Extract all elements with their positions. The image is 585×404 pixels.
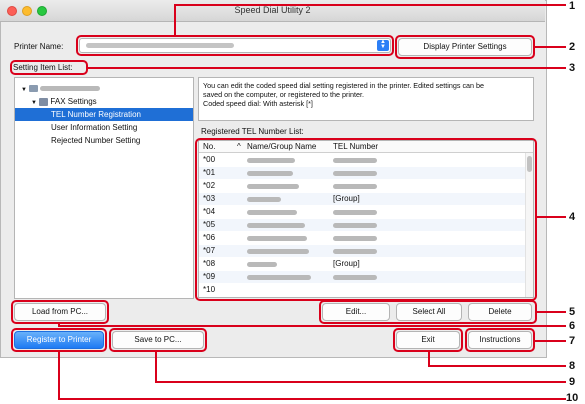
description-box: You can edit the coded speed dial settin… bbox=[198, 77, 534, 121]
callout-number-9: 9 bbox=[569, 376, 576, 388]
callout-number-4: 4 bbox=[569, 211, 576, 223]
callout-box-10 bbox=[11, 328, 107, 352]
tree-item-label: Rejected Number Setting bbox=[51, 136, 141, 145]
tel-list-label: Registered TEL Number List: bbox=[201, 127, 304, 136]
callout-line-2 bbox=[535, 46, 566, 48]
window-title: Speed Dial Utility 2 bbox=[234, 5, 311, 15]
callout-line-8 bbox=[428, 352, 430, 366]
callout-line-4 bbox=[537, 216, 566, 218]
printer-name-label: Printer Name: bbox=[14, 42, 64, 51]
callout-number-10: 10 bbox=[566, 392, 579, 404]
callout-line-9 bbox=[155, 381, 566, 383]
callout-line-1 bbox=[174, 4, 566, 6]
tree-item-label: TEL Number Registration bbox=[51, 110, 141, 119]
callout-line-9 bbox=[155, 352, 157, 382]
tree-fax-settings-label: FAX Settings bbox=[50, 97, 97, 106]
tree-item-user-information-setting[interactable]: User Information Setting bbox=[15, 121, 193, 134]
callout-number-5: 5 bbox=[569, 306, 576, 318]
callout-line-6 bbox=[58, 325, 566, 327]
tree-item-rejected-number-setting[interactable]: Rejected Number Setting bbox=[15, 134, 193, 147]
tree-item-tel-number-registration[interactable]: TEL Number Registration bbox=[15, 108, 193, 121]
callout-number-1: 1 bbox=[569, 0, 576, 12]
callout-line-1 bbox=[174, 4, 176, 37]
callout-line-5 bbox=[537, 311, 566, 313]
callout-box-7 bbox=[465, 328, 535, 352]
tree-item-label: User Information Setting bbox=[51, 123, 138, 132]
callout-box-8 bbox=[393, 328, 463, 352]
description-line: You can edit the coded speed dial settin… bbox=[203, 81, 485, 90]
callout-box-2 bbox=[395, 35, 535, 59]
callout-line-8 bbox=[428, 365, 566, 367]
callout-number-3: 3 bbox=[569, 62, 576, 74]
tree-printer-node[interactable]: ▼ bbox=[15, 82, 193, 95]
callout-box-5 bbox=[319, 300, 537, 324]
description-line: Coded speed dial: With asterisk [*] bbox=[203, 99, 313, 108]
callout-line-3 bbox=[88, 67, 566, 69]
callout-box-3 bbox=[10, 60, 88, 75]
disclosure-triangle-icon: ▼ bbox=[31, 100, 37, 106]
callout-number-8: 8 bbox=[569, 360, 576, 372]
tree-printer-name bbox=[40, 86, 101, 92]
callout-box-9 bbox=[109, 328, 207, 352]
callout-box-6 bbox=[11, 300, 109, 324]
callout-number-7: 7 bbox=[569, 335, 576, 347]
callout-box-4 bbox=[195, 138, 537, 301]
disclosure-triangle-icon: ▼ bbox=[21, 87, 27, 93]
callout-number-6: 6 bbox=[569, 320, 576, 332]
fax-icon bbox=[39, 97, 49, 106]
callout-number-2: 2 bbox=[569, 41, 576, 53]
tree-fax-settings[interactable]: ▼ FAX Settings bbox=[15, 95, 193, 108]
callout-line-10 bbox=[58, 352, 60, 399]
setting-item-tree[interactable]: ▼ ▼ FAX Settings TEL Number Registration… bbox=[14, 77, 194, 299]
description-line: saved on the computer, or registered to … bbox=[203, 90, 365, 99]
printer-icon bbox=[29, 85, 39, 93]
callout-box-1 bbox=[76, 35, 394, 56]
callout-line-7 bbox=[535, 340, 566, 342]
callout-line-10 bbox=[58, 398, 566, 400]
